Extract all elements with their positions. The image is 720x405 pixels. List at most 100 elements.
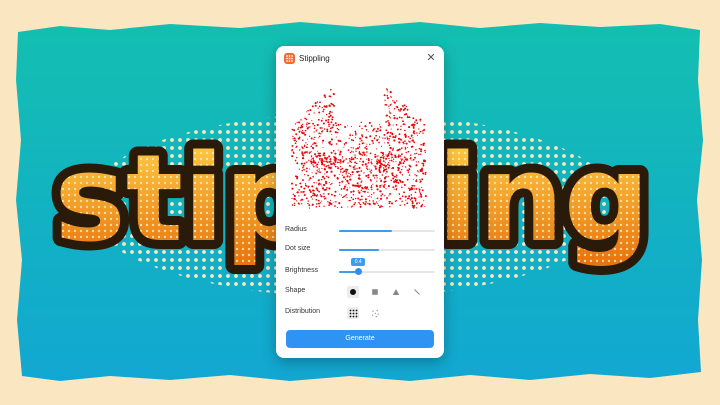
stipple-dot <box>388 202 391 205</box>
stipple-dot <box>313 112 315 114</box>
stipple-dot <box>336 131 339 134</box>
stipple-dot <box>381 184 383 186</box>
stipple-dot <box>421 144 423 146</box>
stipple-dot <box>401 181 404 184</box>
stipple-dot <box>323 205 325 207</box>
stipple-dot <box>355 150 357 153</box>
stipple-dot <box>387 154 390 157</box>
stipple-dot <box>313 138 315 141</box>
stipple-dot <box>370 186 373 189</box>
stipple-dot <box>398 133 401 136</box>
stipple-dot <box>407 136 410 138</box>
stipple-dot <box>353 203 356 206</box>
stipple-dot <box>316 123 319 126</box>
stipple-dot <box>299 182 302 185</box>
stipple-dot <box>386 137 389 140</box>
stipple-dot <box>388 195 390 197</box>
stipple-dot <box>339 171 342 173</box>
dot-size-slider[interactable] <box>339 249 435 251</box>
triangle-shape-icon[interactable] <box>390 286 402 298</box>
stipple-dot <box>416 207 418 209</box>
stipple-dot <box>351 161 353 163</box>
radius-label: Radius <box>285 226 307 233</box>
stipple-dot <box>399 161 401 164</box>
stipple-dot <box>412 117 415 120</box>
stipple-dot <box>414 156 416 159</box>
stipple-dot <box>372 202 375 205</box>
stipple-dot <box>399 155 402 157</box>
stipple-dot <box>350 147 352 149</box>
stipple-dot <box>367 162 369 164</box>
generate-button[interactable]: Generate <box>286 330 434 348</box>
random-distribution-icon[interactable] <box>369 307 381 319</box>
stipple-dot <box>387 119 389 122</box>
stipple-dot <box>424 205 426 208</box>
stipple-dot <box>346 188 349 191</box>
stipple-dot <box>312 203 314 206</box>
stipple-dot <box>291 155 294 158</box>
stipple-dot <box>324 156 326 159</box>
stipple-dot <box>414 153 416 155</box>
stipple-dot <box>388 150 391 153</box>
stipple-dot <box>411 184 414 187</box>
stipple-dot <box>344 178 347 180</box>
stipple-dot <box>301 169 303 172</box>
stipple-dot <box>343 185 347 188</box>
stipple-dot <box>384 162 386 164</box>
dot-size-label: Dot size <box>285 245 311 252</box>
line-shape-icon[interactable] <box>411 286 423 298</box>
stipple-dot <box>415 202 418 205</box>
stipple-dot <box>341 194 343 196</box>
stipple-dot <box>317 202 320 205</box>
stipple-dot <box>413 178 415 180</box>
stipple-dot <box>405 142 408 145</box>
stipple-dot <box>315 155 317 157</box>
brightness-slider[interactable]: 0.4 <box>339 258 435 275</box>
stipple-dot <box>419 180 422 183</box>
circle-shape-icon[interactable] <box>347 286 359 298</box>
stipple-dot <box>305 123 308 126</box>
brightness-slider-thumb[interactable] <box>355 268 363 275</box>
stipple-dot <box>367 202 369 205</box>
stipple-dot <box>362 151 365 154</box>
radius-slider[interactable] <box>339 230 435 232</box>
stipple-dot <box>397 108 400 111</box>
stipple-dot <box>409 198 412 201</box>
grid-distribution-icon[interactable] <box>347 307 359 319</box>
stipple-dot <box>303 190 305 193</box>
stipple-dot <box>357 197 360 200</box>
stipple-dot <box>320 200 322 202</box>
stipple-dot <box>364 154 366 156</box>
stipple-dot <box>314 104 317 107</box>
stipple-dot <box>328 204 330 206</box>
stipple-dot <box>315 198 318 201</box>
stipple-dot <box>418 188 421 191</box>
stipple-dot <box>297 137 299 140</box>
stipple-dot <box>312 143 314 145</box>
stipple-dot <box>321 168 323 170</box>
stipple-dot <box>398 141 401 144</box>
stipple-dot <box>363 172 365 174</box>
stipple-dot <box>303 144 306 147</box>
square-shape-icon[interactable] <box>369 286 381 298</box>
stipple-dot <box>318 168 320 170</box>
stipple-dot <box>383 133 386 136</box>
stipple-dot <box>390 159 393 162</box>
stipple-dot <box>405 151 407 154</box>
stipple-dot <box>359 184 362 187</box>
close-icon[interactable]: ✕ <box>424 51 438 65</box>
stipple-dot <box>327 201 329 203</box>
stipple-dot <box>395 161 397 163</box>
stipple-dot <box>302 154 305 157</box>
stipple-dot <box>376 180 378 182</box>
stipple-dot <box>362 202 364 204</box>
stipple-dot <box>308 113 310 115</box>
stipple-dot <box>358 125 361 128</box>
stipple-dot <box>365 145 367 148</box>
stipple-dot <box>337 128 340 131</box>
stipple-dot <box>335 124 338 127</box>
stipple-dot <box>415 152 418 155</box>
stipple-dot <box>364 186 367 188</box>
stipple-dot <box>398 148 401 151</box>
stipple-dot <box>379 190 381 193</box>
